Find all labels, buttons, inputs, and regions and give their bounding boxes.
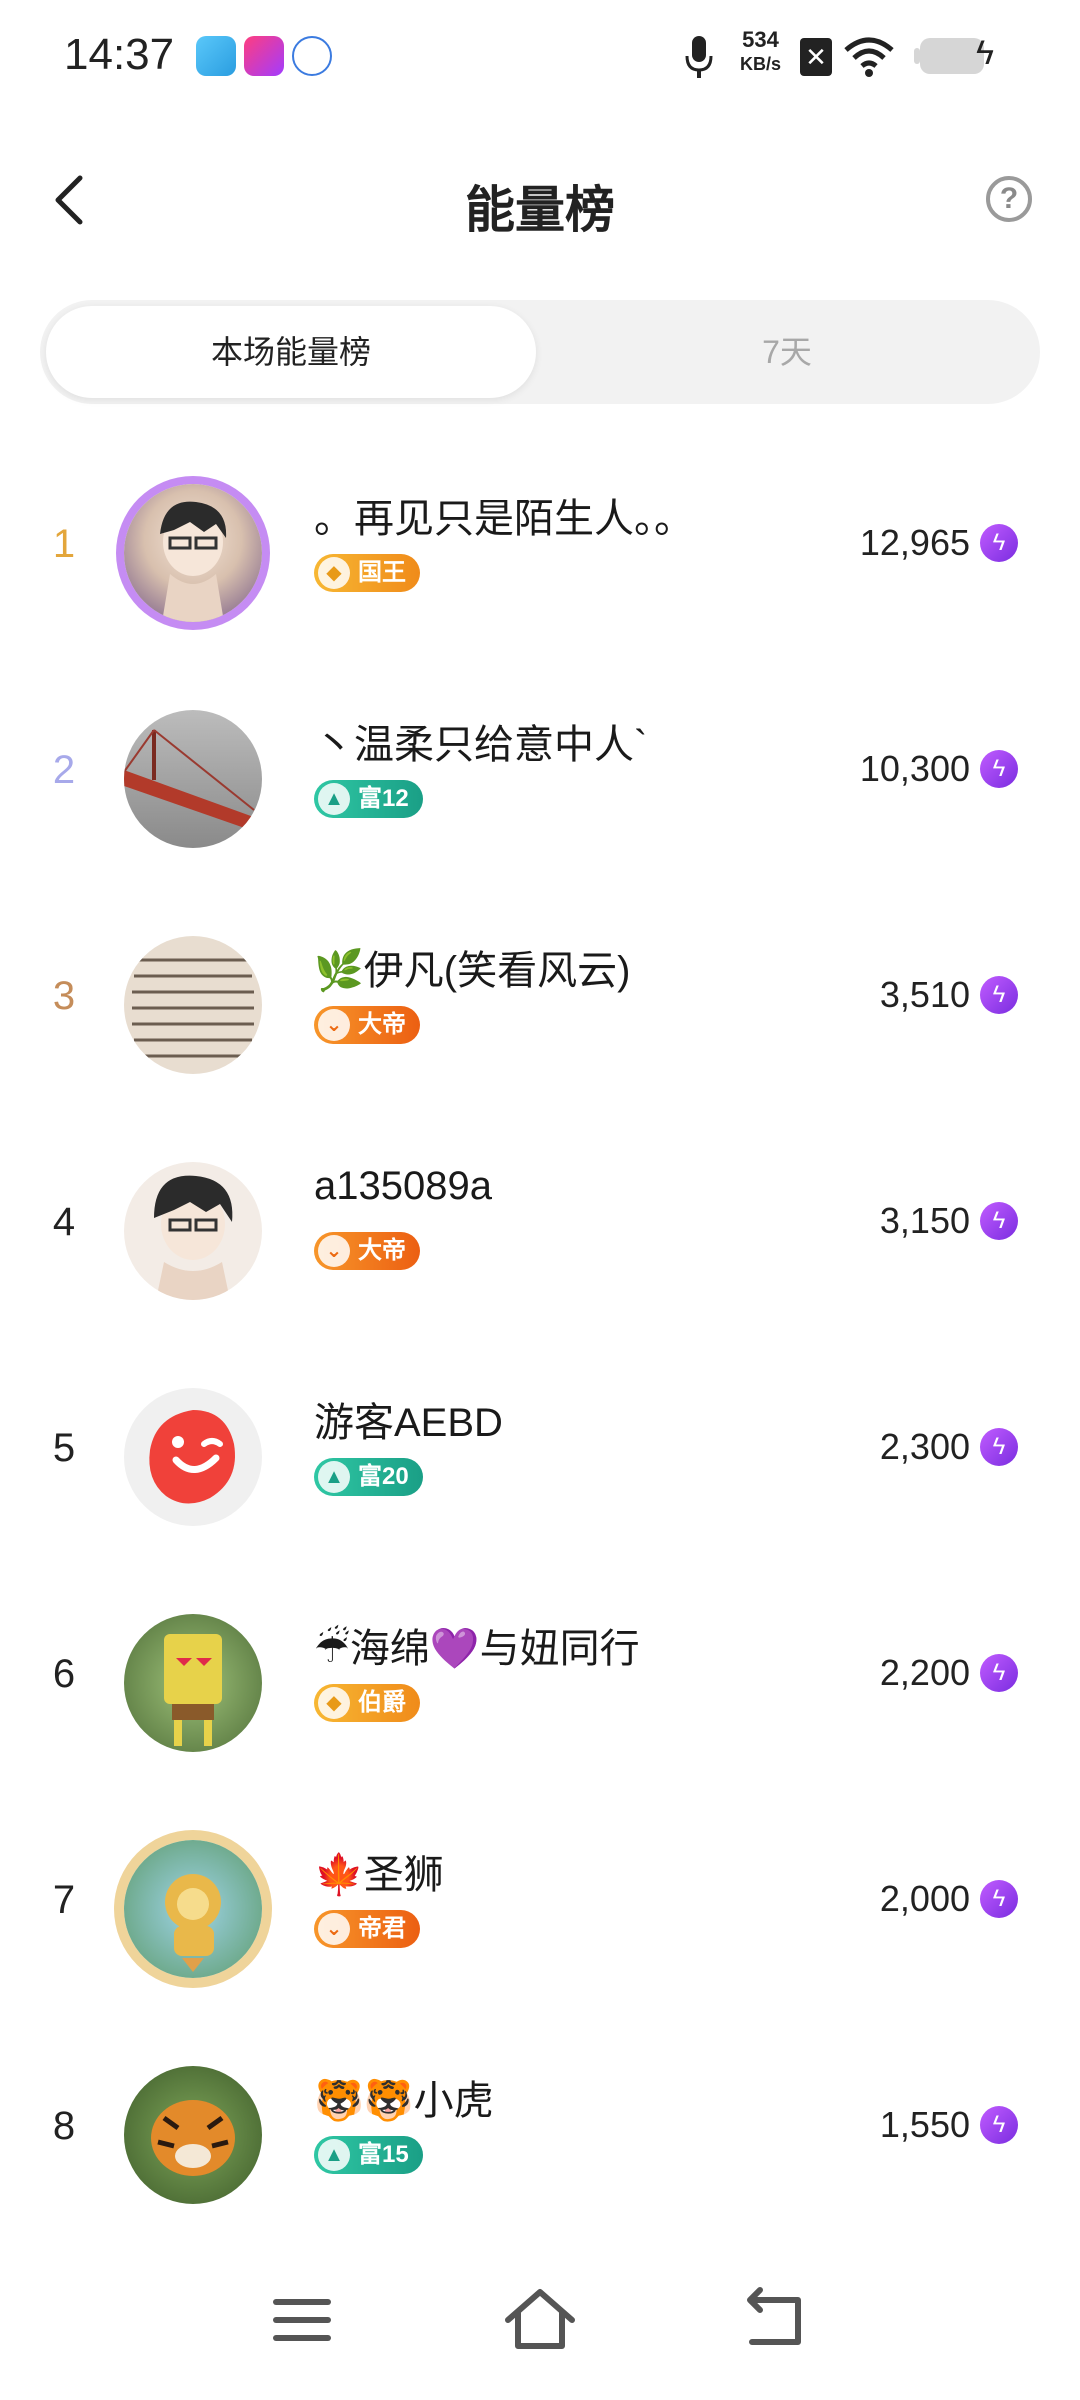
- help-icon[interactable]: ?: [986, 176, 1032, 222]
- net-speed-unit: KB/s: [740, 54, 782, 74]
- tab-current-session[interactable]: 本场能量榜: [46, 306, 536, 398]
- level-badge: ◆ 伯爵: [314, 1684, 420, 1722]
- tab-bar: 本场能量榜 7天: [40, 300, 1040, 404]
- energy-score: 2,200: [879, 1652, 970, 1693]
- avatar[interactable]: [124, 1162, 262, 1300]
- ranking-row[interactable]: 2 丶温柔只给意中人` ▲ 富12 10,300 ϟ: [0, 666, 1080, 892]
- ranking-row[interactable]: 8 🐯🐯小虎 ▲ 富15 1,550 ϟ: [0, 2022, 1080, 2248]
- app-icon: [244, 36, 284, 76]
- energy-score: 2,000: [879, 1878, 970, 1919]
- top-app-bar: 能量榜 ?: [0, 140, 1080, 260]
- user-name: 。再见只是陌生人。。: [314, 497, 694, 541]
- energy-bolt-icon: ϟ: [980, 1880, 1018, 1918]
- menu-icon[interactable]: [262, 2280, 342, 2360]
- battery-icon: [920, 38, 984, 74]
- energy-bolt-icon: ϟ: [980, 750, 1018, 788]
- level-badge: ▲ 富15: [314, 2136, 423, 2174]
- back-nav-icon[interactable]: [736, 2280, 816, 2360]
- ranking-row[interactable]: 1 。再见只是陌生人。。 ◆ 国王 12,965 ϟ: [0, 440, 1080, 666]
- net-speed-value: 534: [742, 27, 779, 52]
- rank-number: 4: [52, 1200, 76, 1244]
- energy-score: 10,300: [859, 748, 970, 789]
- energy-score: 3,510: [879, 974, 970, 1015]
- energy-bolt-icon: ϟ: [980, 524, 1018, 562]
- avatar[interactable]: [124, 1614, 262, 1752]
- tab-7-days[interactable]: 7天: [540, 306, 1034, 398]
- page-title: 能量榜: [465, 182, 615, 238]
- home-icon[interactable]: [500, 2280, 580, 2360]
- ranking-row[interactable]: 4 a135089a ⌄ 大帝 3,150 ϟ: [0, 1118, 1080, 1344]
- energy-bolt-icon: ϟ: [980, 1428, 1018, 1466]
- chevron-level-icon: ⌄: [318, 1009, 350, 1041]
- badge-label: 富20: [358, 1463, 409, 1490]
- avatar[interactable]: [124, 2066, 262, 2204]
- avatar[interactable]: [124, 710, 262, 848]
- ranking-row[interactable]: 5 游客AEBD ▲ 富20 2,300 ϟ: [0, 1344, 1080, 1570]
- energy-bolt-icon: ϟ: [980, 1202, 1018, 1240]
- triangle-level-icon: ▲: [318, 2139, 350, 2171]
- avatar[interactable]: [124, 484, 262, 622]
- charging-icon: ϟ: [976, 34, 994, 72]
- badge-label: 伯爵: [358, 1689, 406, 1716]
- wifi-icon: [844, 37, 894, 77]
- ranking-row[interactable]: 7 🍁圣狮 ⌄ 帝君 2,000 ϟ: [0, 1796, 1080, 2022]
- user-name: 🌿伊凡(笑看风云): [314, 949, 631, 993]
- user-name: a135089a: [314, 1164, 492, 1208]
- status-time: 14:37: [64, 30, 175, 79]
- user-name: 🍁圣狮: [314, 1853, 444, 1897]
- energy-bolt-icon: ϟ: [980, 976, 1018, 1014]
- crown-coin-icon: ◆: [318, 557, 350, 589]
- badge-label: 帝君: [358, 1915, 406, 1942]
- energy-bolt-icon: ϟ: [980, 2106, 1018, 2144]
- badge-label: 国王: [358, 559, 406, 586]
- chevron-level-icon: ⌄: [318, 1913, 350, 1945]
- avatar[interactable]: [124, 936, 262, 1074]
- badge-label: 富12: [358, 785, 409, 812]
- user-name: 🐯🐯小虎: [314, 2079, 494, 2123]
- ranking-row[interactable]: 6 ☔海绵💜与妞同行 ◆ 伯爵 2,200 ϟ: [0, 1570, 1080, 1796]
- avatar[interactable]: [124, 1388, 262, 1526]
- triangle-level-icon: ▲: [318, 1461, 350, 1493]
- iflt-icon: [292, 36, 332, 76]
- ranking-row[interactable]: 3 🌿伊凡(笑看风云) ⌄ 大帝 3,510 ϟ: [0, 892, 1080, 1118]
- rank-number: 8: [52, 2104, 76, 2148]
- energy-score: 3,150: [879, 1200, 970, 1241]
- energy-bolt-icon: ϟ: [980, 1654, 1018, 1692]
- user-name: 游客AEBD: [314, 1401, 503, 1445]
- triangle-level-icon: ▲: [318, 783, 350, 815]
- telegram-icon: [196, 36, 236, 76]
- level-badge: ▲ 富20: [314, 1458, 423, 1496]
- status-bar: 14:37 534 KB/s ✕ ϟ: [0, 0, 1080, 110]
- crown-coin-icon: ◆: [318, 1687, 350, 1719]
- chevron-level-icon: ⌄: [318, 1235, 350, 1267]
- level-badge: ⌄ 大帝: [314, 1232, 420, 1270]
- avatar[interactable]: [124, 1840, 262, 1978]
- user-name: ☔海绵💜与妞同行: [314, 1627, 640, 1671]
- rank-number: 5: [52, 1426, 76, 1470]
- badge-label: 大帝: [358, 1011, 406, 1038]
- rank-number: 1: [52, 522, 76, 566]
- badge-label: 大帝: [358, 1237, 406, 1264]
- level-badge: ▲ 富12: [314, 780, 423, 818]
- level-badge: ⌄ 帝君: [314, 1910, 420, 1948]
- rank-number: 6: [52, 1652, 76, 1696]
- system-nav-bar: [0, 2240, 1080, 2400]
- badge-label: 富15: [358, 2141, 409, 2168]
- user-name: 丶温柔只给意中人`: [314, 723, 648, 767]
- rank-number: 2: [52, 748, 76, 792]
- net-speed: 534 KB/s: [740, 28, 781, 76]
- sim-off-icon: ✕: [800, 38, 832, 76]
- rank-number: 7: [52, 1878, 76, 1922]
- mic-icon: [685, 36, 713, 78]
- energy-score: 2,300: [879, 1426, 970, 1467]
- level-badge: ⌄ 大帝: [314, 1006, 420, 1044]
- rank-number: 3: [52, 974, 76, 1018]
- energy-score: 12,965: [859, 522, 970, 563]
- level-badge: ◆ 国王: [314, 554, 420, 592]
- energy-score: 1,550: [879, 2104, 970, 2145]
